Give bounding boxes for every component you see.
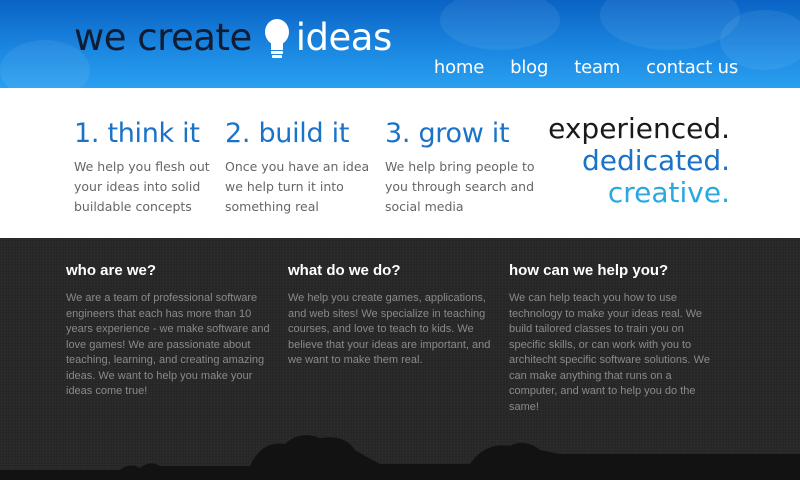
step-title: 3. grow it xyxy=(385,118,510,149)
column-heading: who are we? xyxy=(66,262,157,279)
hero-band: 1. think it We help you flesh out your i… xyxy=(0,88,800,238)
step-grow: 3. grow it We help bring people to you t… xyxy=(385,118,535,217)
column-text: We are a team of professional software e… xyxy=(66,292,270,397)
cloud-decoration xyxy=(600,0,740,50)
column-text: We help you create games, applications, … xyxy=(288,292,491,366)
step-build: 2. build it Once you have an idea we hel… xyxy=(225,118,375,217)
lightbulb-icon xyxy=(262,18,292,62)
logo-text-suffix: ideas xyxy=(295,16,392,59)
column-heading: how can we help you? xyxy=(509,262,669,279)
column-who: who are we? We are a team of professiona… xyxy=(66,262,274,400)
info-section: who are we? We are a team of professiona… xyxy=(0,238,800,480)
site-header: we create ideas home blog team contact u… xyxy=(0,0,800,88)
nav-team[interactable]: team xyxy=(574,57,620,78)
step-text: Once you have an idea we help turn it in… xyxy=(225,159,370,214)
column-what: what do we do? We help you create games,… xyxy=(288,262,496,369)
nav-blog[interactable]: blog xyxy=(510,57,548,78)
step-title: 2. build it xyxy=(225,118,350,149)
step-think: 1. think it We help you flesh out your i… xyxy=(74,118,224,217)
step-title: 1. think it xyxy=(74,118,200,149)
nav-contact-us[interactable]: contact us xyxy=(646,57,738,78)
tagline-dedicated: dedicated. xyxy=(582,144,730,177)
logo-text-prefix: we create xyxy=(74,16,252,59)
main-nav: home blog team contact us xyxy=(434,57,738,78)
tagline-creative: creative. xyxy=(607,176,730,209)
nav-home[interactable]: home xyxy=(434,57,484,78)
cloud-decoration xyxy=(440,0,560,50)
step-text: We help you flesh out your ideas into so… xyxy=(74,159,210,214)
skyline-silhouette xyxy=(0,435,800,480)
tagline-experienced: experienced. xyxy=(548,112,730,145)
column-text: We can help teach you how to use technol… xyxy=(509,292,710,413)
step-text: We help bring people to you through sear… xyxy=(385,159,535,214)
column-heading: what do we do? xyxy=(288,262,401,279)
tagline: experienced. dedicated. creative. xyxy=(548,113,730,209)
column-how: how can we help you? We can help teach y… xyxy=(509,262,717,415)
site-logo[interactable]: we create ideas xyxy=(74,16,392,60)
